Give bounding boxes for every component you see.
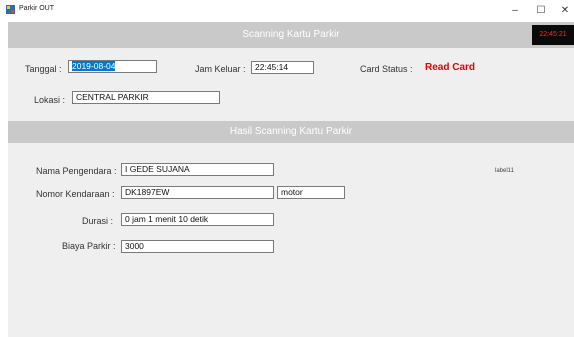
scanning-header-band: Scanning Kartu Parkir 22:45:21 — [8, 22, 574, 48]
card-status-label: Card Status : — [360, 64, 413, 74]
app-icon — [6, 5, 15, 14]
minimize-button[interactable]: – — [502, 0, 528, 22]
nomor-kendaraan-label: Nomor Kendaraan : — [36, 189, 115, 199]
hasil-header-title: Hasil Scanning Kartu Parkir — [229, 126, 353, 137]
card-status-value: Read Card — [425, 62, 476, 73]
tanggal-label: Tanggal : — [25, 64, 62, 74]
form-client-area: Scanning Kartu Parkir 22:45:21 Tanggal :… — [8, 22, 574, 337]
tanggal-field[interactable]: 2019-08-04 — [68, 60, 157, 73]
jenis-kendaraan-field[interactable]: motor — [277, 186, 345, 199]
scanning-header-title: Scanning Kartu Parkir — [242, 29, 340, 40]
biaya-parkir-field[interactable]: 3000 — [121, 240, 274, 253]
window-title: Parkir OUT — [19, 5, 54, 12]
biaya-parkir-label: Biaya Parkir : — [62, 241, 116, 251]
durasi-label: Durasi : — [82, 216, 114, 226]
durasi-field[interactable]: 0 jam 1 menit 10 detik — [121, 213, 274, 226]
maximize-button[interactable]: ☐ — [528, 0, 554, 22]
jam-keluar-field[interactable]: 22:45:14 — [251, 61, 314, 74]
title-bar: Parkir OUT – ☐ ✕ — [0, 0, 574, 22]
clock-display: 22:45:21 — [532, 25, 574, 45]
hasil-header-band: Hasil Scanning Kartu Parkir — [8, 121, 574, 143]
close-button[interactable]: ✕ — [552, 0, 574, 22]
label11-text: label11 — [495, 168, 514, 174]
nama-pengendara-field[interactable]: I GEDE SUJANA — [121, 163, 274, 176]
lokasi-label: Lokasi : — [34, 95, 66, 105]
lokasi-field[interactable]: CENTRAL PARKIR — [72, 91, 220, 104]
nama-pengendara-label: Nama Pengendara : — [36, 166, 117, 176]
tanggal-value: 2019-08-04 — [72, 61, 116, 71]
jam-keluar-label: Jam Keluar : — [195, 64, 246, 74]
nomor-kendaraan-field[interactable]: DK1897EW — [121, 186, 274, 199]
